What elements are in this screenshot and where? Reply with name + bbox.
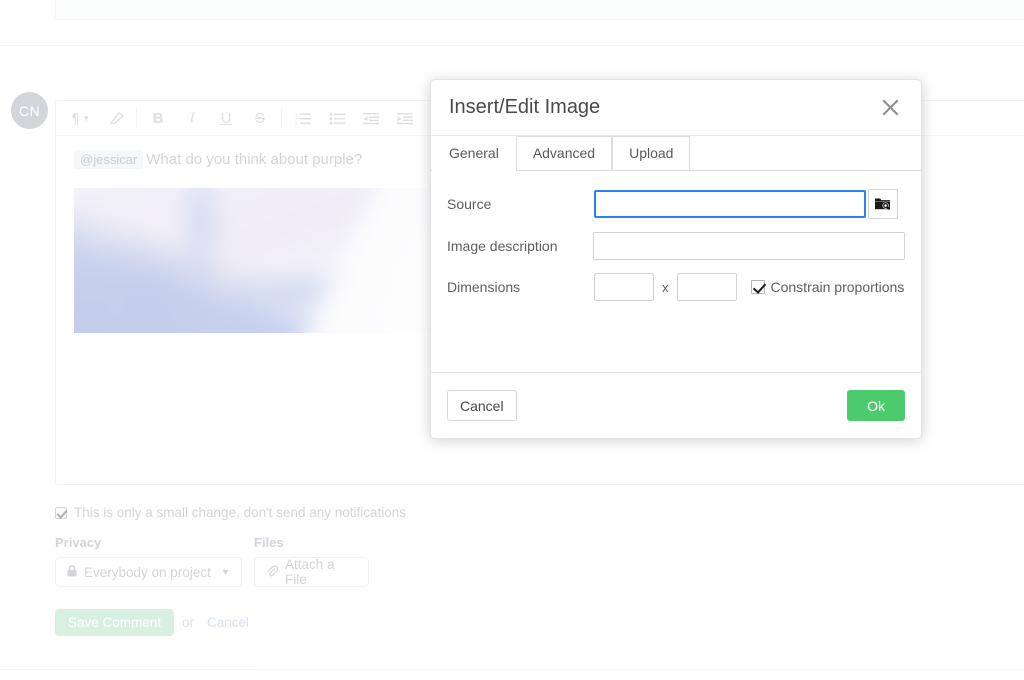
cancel-link[interactable]: Cancel [207,615,249,630]
save-comment-button[interactable]: Save Comment [55,609,174,636]
description-row: Image description [447,232,905,260]
height-input[interactable] [676,273,737,301]
constrain-proportions-row[interactable]: Constrain proportions [750,279,905,295]
small-change-checkbox[interactable] [55,506,67,519]
constrain-proportions-checkbox[interactable] [750,280,765,294]
dimension-separator: x [662,279,669,295]
privacy-label: Privacy [55,535,102,550]
bold-icon[interactable]: B [141,104,175,132]
folder-search-icon [874,195,892,214]
toolbar-separator [281,108,282,128]
tab-advanced[interactable]: Advanced [515,136,613,171]
constrain-proportions-label: Constrain proportions [770,279,905,295]
attach-file-label: Attach a File [285,557,335,587]
attach-file-button[interactable]: Attach a File [254,557,369,587]
previous-comment-panel [55,0,1024,20]
width-input[interactable] [594,273,654,301]
small-change-label: This is only a small change, don't send … [74,505,407,520]
dialog-footer: Cancel Ok [431,372,921,438]
page-root: CN ¶ ▼ B I U S 1 2 3 @jessicar What do y… [0,0,1024,680]
files-label: Files [254,535,284,550]
dialog-body: Source Image description Dimensions x Co… [431,171,921,372]
privacy-dropdown[interactable]: Everybody on project ▼ [55,557,242,587]
source-row: Source [447,189,905,219]
tab-general[interactable]: General [432,136,516,171]
lock-icon [67,564,77,580]
dialog-tabs: General Advanced Upload [431,136,921,171]
browse-source-button[interactable] [868,189,898,219]
ok-button[interactable]: Ok [847,390,905,421]
image-description-input[interactable] [593,232,905,260]
avatar: CN [11,92,48,129]
numbered-list-icon[interactable]: 1 2 3 [286,104,320,132]
clear-formatting-icon[interactable] [98,104,132,132]
insert-edit-image-dialog: Insert/Edit Image General Advanced Uploa… [430,79,922,439]
italic-icon[interactable]: I [175,104,209,132]
dialog-title: Insert/Edit Image [449,96,601,118]
chevron-down-icon: ▼ [221,567,230,577]
toolbar-separator [136,108,137,128]
source-input[interactable] [594,190,866,218]
save-comment-label: Save Comment [67,615,162,630]
close-icon[interactable] [877,95,903,121]
cancel-button[interactable]: Cancel [447,390,517,421]
dimensions-row: Dimensions x Constrain proportions [447,273,905,301]
dimensions-label: Dimensions [447,279,521,295]
source-label: Source [447,196,492,212]
paragraph-format-icon[interactable]: ¶ ▼ [64,104,98,132]
bullet-list-icon[interactable] [320,104,354,132]
strikethrough-icon[interactable]: S [243,104,277,132]
or-text: or [182,615,195,630]
section-divider-top [0,45,1024,46]
underline-icon[interactable]: U [209,104,243,132]
privacy-value: Everybody on project [84,564,211,580]
small-change-checkbox-row[interactable]: This is only a small change, don't send … [55,505,406,520]
dialog-header: Insert/Edit Image [431,80,921,136]
svg-text:3: 3 [295,121,298,125]
mention-chip: @jessicar [74,150,144,169]
section-divider-bottom [0,669,1024,670]
comment-text: What do you think about purple? [146,151,363,168]
description-label: Image description [447,238,558,254]
outdent-icon[interactable] [354,104,388,132]
tab-upload[interactable]: Upload [612,136,691,171]
avatar-initials: CN [18,102,41,119]
indent-icon[interactable] [388,104,422,132]
paperclip-icon [266,565,279,580]
